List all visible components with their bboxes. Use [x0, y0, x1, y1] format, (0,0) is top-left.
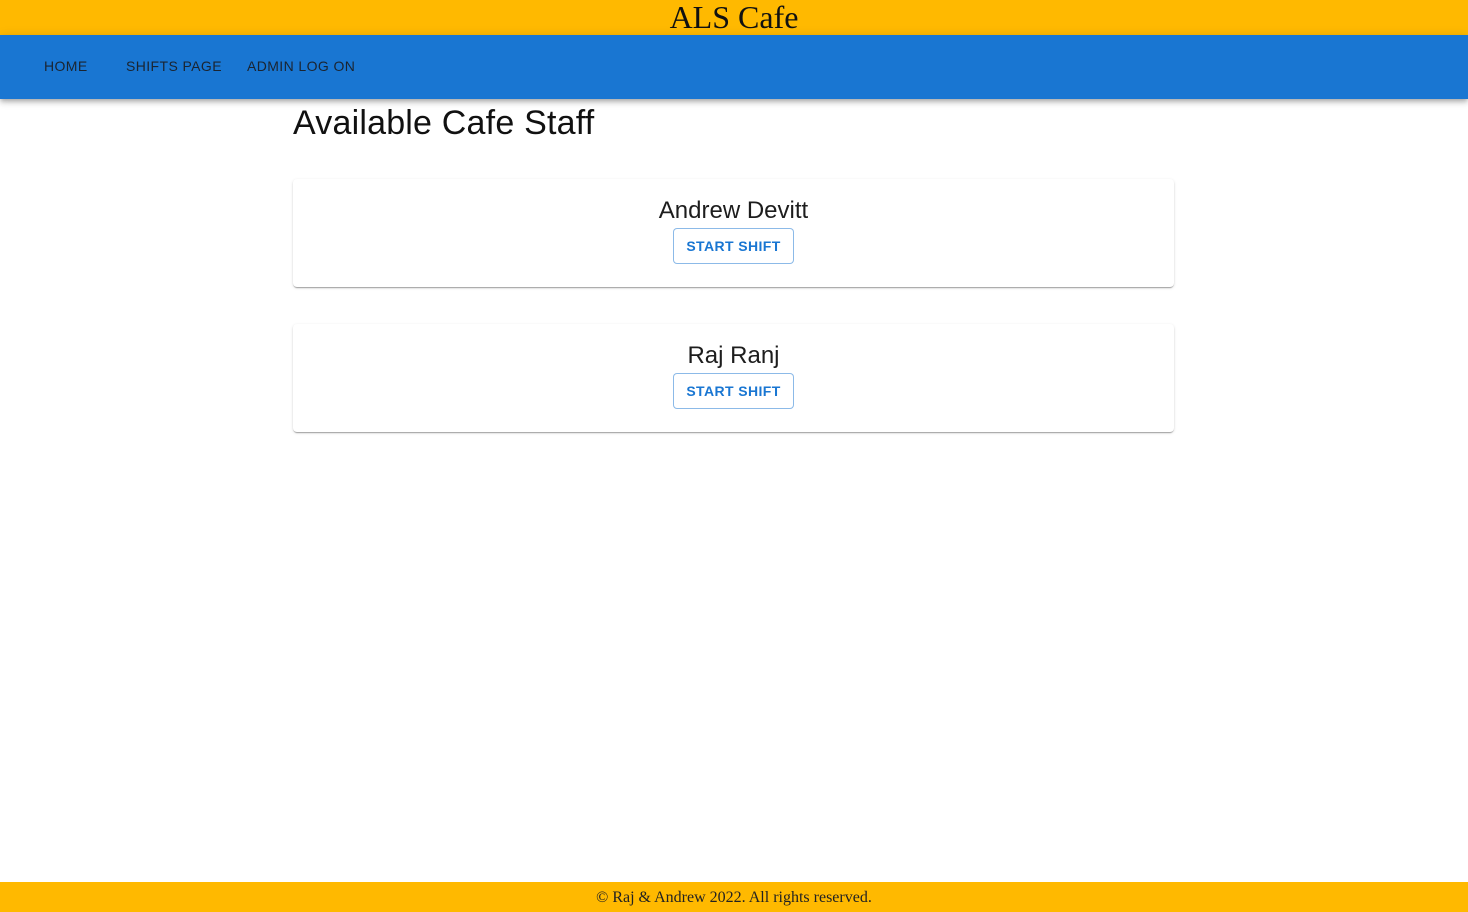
app-title: ALS Cafe — [669, 0, 799, 35]
top-banner: ALS Cafe — [0, 0, 1468, 35]
nav-shifts-page-link[interactable]: SHIFTS PAGE — [126, 35, 222, 99]
page-title: Available Cafe Staff — [293, 104, 595, 142]
staff-name: Raj Ranj — [687, 342, 780, 369]
main-content: Available Cafe Staff Andrew Devitt START… — [293, 99, 1174, 432]
nav-admin-log-on-link[interactable]: ADMIN LOG ON — [247, 35, 355, 99]
start-shift-button[interactable]: START SHIFT — [673, 373, 794, 409]
start-shift-button[interactable]: START SHIFT — [673, 228, 794, 264]
navbar: HOME SHIFTS PAGE ADMIN LOG ON — [0, 35, 1468, 99]
footer-copyright: © Raj & Andrew 2022. All rights reserved… — [596, 889, 872, 906]
footer: © Raj & Andrew 2022. All rights reserved… — [0, 882, 1468, 912]
nav-home-link[interactable]: HOME — [44, 35, 88, 99]
staff-card: Raj Ranj START SHIFT — [293, 324, 1174, 432]
staff-card: Andrew Devitt START SHIFT — [293, 179, 1174, 287]
staff-name: Andrew Devitt — [658, 197, 809, 224]
